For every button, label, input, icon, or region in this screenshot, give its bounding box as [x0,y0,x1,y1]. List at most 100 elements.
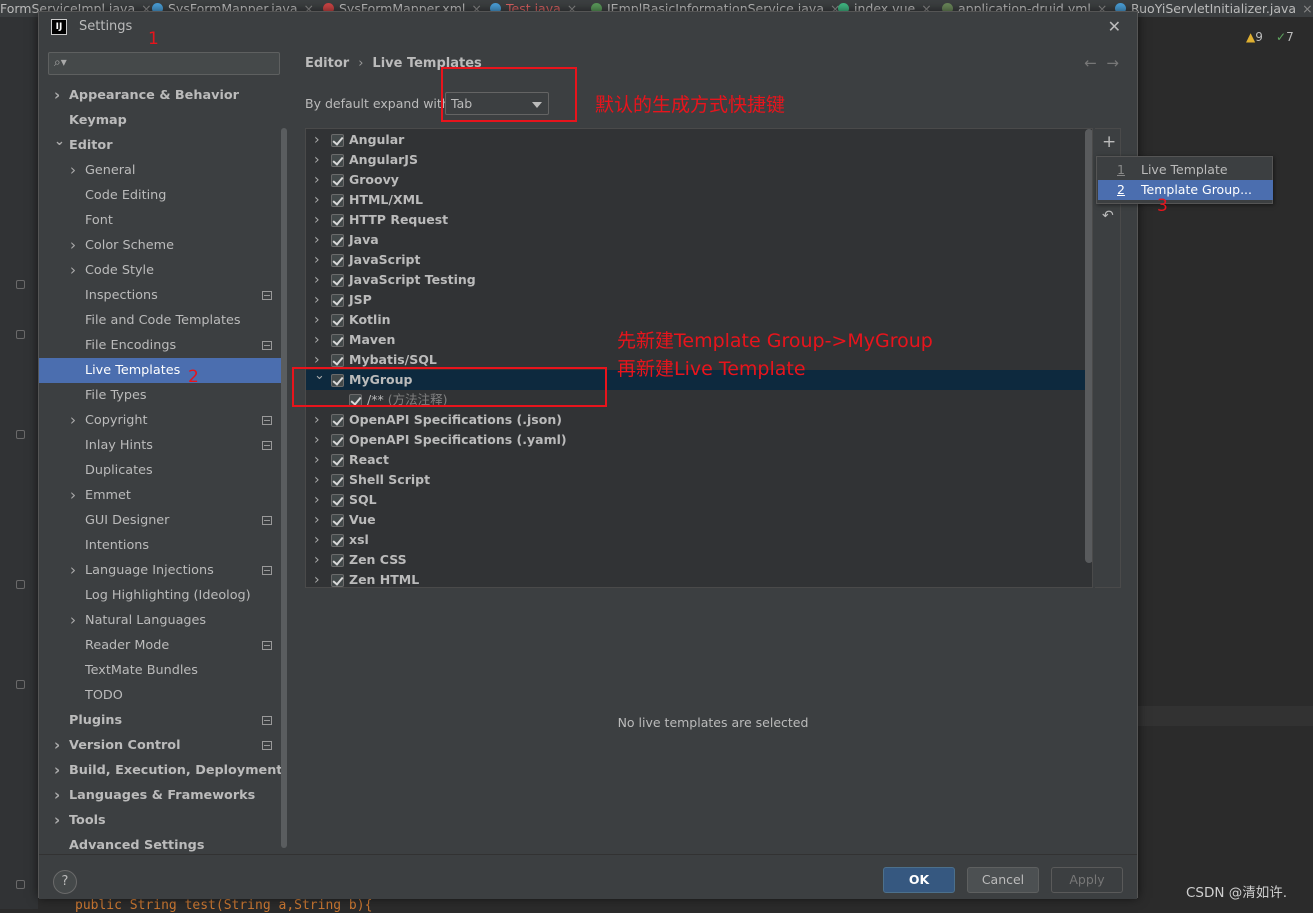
sidebar-item-keymap[interactable]: Keymap [39,108,287,133]
chevron-right-icon[interactable]: › [314,470,320,490]
chevron-right-icon[interactable]: › [70,258,76,283]
group-checkbox[interactable] [331,414,344,427]
sidebar-item-code-style[interactable]: › Code Style [39,258,287,283]
sidebar-item-todo[interactable]: TODO [39,683,287,708]
chevron-right-icon[interactable]: › [54,733,60,758]
sidebar-item-live-templates[interactable]: Live Templates [39,358,287,383]
group-checkbox[interactable] [331,474,344,487]
editor-tab[interactable]: RuoYiServletInitializer.java × [1115,0,1313,17]
group-checkbox[interactable] [331,254,344,267]
cancel-button[interactable]: Cancel [967,867,1039,893]
sidebar-item-inspections[interactable]: Inspections [39,283,287,308]
sidebar-item-color-scheme[interactable]: › Color Scheme [39,233,287,258]
group-checkbox[interactable] [331,314,344,327]
chevron-right-icon[interactable]: › [70,408,76,433]
popup-item-live-template[interactable]: 1 Live Template [1098,160,1273,180]
breadcrumb-editor[interactable]: Editor [305,56,349,71]
sidebar-item-editor[interactable]: ⌄ Editor [39,133,287,158]
chevron-right-icon[interactable]: › [314,430,320,450]
sidebar-item-file-encodings[interactable]: File Encodings [39,333,287,358]
settings-search-input[interactable]: ⌕▾ [48,52,280,75]
group-checkbox[interactable] [331,514,344,527]
group-checkbox[interactable] [331,454,344,467]
sidebar-item-code-editing[interactable]: Code Editing [39,183,287,208]
group-checkbox[interactable] [331,214,344,227]
chevron-right-icon[interactable]: › [314,290,320,310]
chevron-right-icon[interactable]: › [314,450,320,470]
group-checkbox[interactable] [331,274,344,287]
chevron-right-icon[interactable]: › [314,570,320,587]
template-group-row[interactable]: › Java [306,230,1092,250]
chevron-right-icon[interactable]: › [314,510,320,530]
chevron-right-icon[interactable]: › [314,330,320,350]
fold-marker-icon[interactable] [16,580,25,589]
sidebar-item-appearance-behavior[interactable]: › Appearance & Behavior [39,83,287,108]
warnings-counter[interactable]: ▲9 [1246,30,1263,44]
close-icon[interactable]: × [1302,1,1312,16]
weak-warnings-counter[interactable]: ✓7 [1276,30,1294,44]
group-checkbox[interactable] [331,194,344,207]
template-group-row[interactable]: › Angular [306,130,1092,150]
group-checkbox[interactable] [331,174,344,187]
template-group-row[interactable]: › HTML/XML [306,190,1092,210]
chevron-right-icon[interactable]: › [314,410,320,430]
template-group-row[interactable]: › Zen HTML [306,570,1092,587]
chevron-right-icon[interactable]: › [314,150,320,170]
chevron-right-icon[interactable]: › [70,558,76,583]
chevron-right-icon[interactable]: › [70,158,76,183]
sidebar-item-font[interactable]: Font [39,208,287,233]
group-checkbox[interactable] [331,494,344,507]
template-group-row[interactable]: › React [306,450,1092,470]
group-checkbox[interactable] [331,234,344,247]
sidebar-item-gui-designer[interactable]: GUI Designer [39,508,287,533]
help-button[interactable]: ? [53,870,77,894]
group-checkbox[interactable] [331,574,344,587]
chevron-right-icon[interactable]: › [314,270,320,290]
template-group-row[interactable]: › JSP [306,290,1092,310]
back-arrow-icon[interactable]: ← [1084,54,1097,72]
group-checkbox[interactable] [331,154,344,167]
template-group-row[interactable]: › JavaScript Testing [306,270,1092,290]
sidebar-item-general[interactable]: › General [39,158,287,183]
chevron-right-icon[interactable]: › [314,490,320,510]
chevron-right-icon[interactable]: › [314,130,320,150]
sidebar-item-file-and-code-templates[interactable]: File and Code Templates [39,308,287,333]
chevron-right-icon[interactable]: › [314,190,320,210]
group-checkbox[interactable] [331,134,344,147]
template-group-row[interactable]: › Vue [306,510,1092,530]
chevron-down-icon[interactable]: ⌄ [54,129,65,154]
close-icon[interactable]: ✕ [1108,17,1121,36]
chevron-right-icon[interactable]: › [314,250,320,270]
template-group-row[interactable]: › SQL [306,490,1092,510]
templates-scrollbar[interactable] [1085,129,1092,563]
chevron-right-icon[interactable]: › [54,783,60,808]
chevron-right-icon[interactable]: › [314,170,320,190]
sidebar-item-log-highlighting-ideolog[interactable]: Log Highlighting (Ideolog) [39,583,287,608]
sidebar-item-natural-languages[interactable]: › Natural Languages [39,608,287,633]
chevron-right-icon[interactable]: › [54,808,60,833]
forward-arrow-icon[interactable]: → [1106,54,1119,72]
chevron-right-icon[interactable]: › [314,550,320,570]
sidebar-item-languages-frameworks[interactable]: › Languages & Frameworks [39,783,287,808]
template-group-row[interactable]: › xsl [306,530,1092,550]
fold-marker-icon[interactable] [16,680,25,689]
sidebar-scrollbar[interactable] [281,128,287,848]
group-checkbox[interactable] [331,534,344,547]
apply-button[interactable]: Apply [1051,867,1123,893]
chevron-right-icon[interactable]: › [314,210,320,230]
ok-button[interactable]: OK [883,867,955,893]
chevron-right-icon[interactable]: › [70,233,76,258]
template-group-row[interactable]: › Shell Script [306,470,1092,490]
add-icon[interactable]: + [1102,132,1116,152]
chevron-right-icon[interactable]: › [314,310,320,330]
template-group-row[interactable]: › AngularJS [306,150,1092,170]
group-checkbox[interactable] [331,554,344,567]
sidebar-item-file-types[interactable]: File Types [39,383,287,408]
group-checkbox[interactable] [331,294,344,307]
sidebar-item-intentions[interactable]: Intentions [39,533,287,558]
sidebar-item-plugins[interactable]: Plugins [39,708,287,733]
template-group-row[interactable]: › JavaScript [306,250,1092,270]
popup-item-template-group[interactable]: 2 Template Group... [1098,180,1273,200]
fold-marker-icon[interactable] [16,330,25,339]
group-checkbox[interactable] [331,434,344,447]
